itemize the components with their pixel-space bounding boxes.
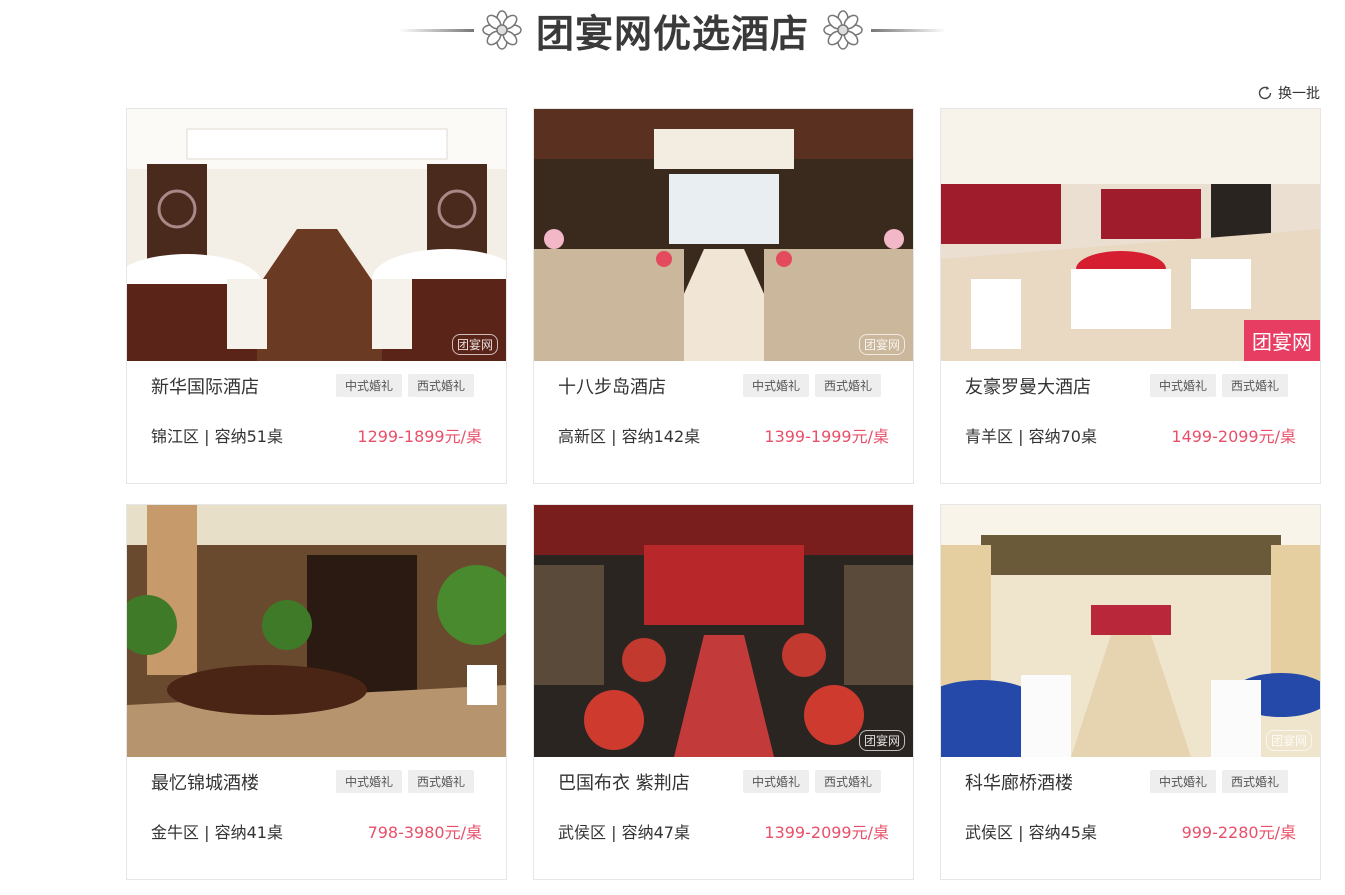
hotel-grid: 团宴网 新华国际酒店 中式婚礼 西式婚礼 锦江区 | 容纳51桌 1299-18… (126, 108, 1321, 880)
tag-list: 中式婚礼 西式婚礼 (742, 770, 881, 793)
hotel-photo[interactable]: 团宴网 (127, 109, 506, 361)
hotel-location-capacity: 金牛区 | 容纳41桌 (151, 823, 283, 842)
hotel-card[interactable]: 团宴网 科华廊桥酒楼 中式婚礼 西式婚礼 武侯区 | 容纳45桌 999-228… (940, 504, 1321, 880)
hotel-card[interactable]: 团宴网 友豪罗曼大酒店 中式婚礼 西式婚礼 青羊区 | 容纳70桌 1499-2… (940, 108, 1321, 484)
hotel-price: 798-3980元/桌 (367, 823, 482, 842)
hotel-name[interactable]: 最忆锦城酒楼 (151, 769, 259, 795)
tag-western-wedding: 西式婚礼 (1221, 374, 1288, 397)
hotel-photo[interactable]: 团宴网 (941, 505, 1320, 757)
hotel-district: 青羊区 (965, 427, 1014, 446)
hotel-price: 999-2280元/桌 (1181, 823, 1296, 842)
tag-list: 中式婚礼 西式婚礼 (335, 770, 474, 793)
flower-ornament-icon (823, 10, 863, 50)
hotel-capacity: 容纳45桌 (1028, 823, 1097, 842)
hotel-location-capacity: 青羊区 | 容纳70桌 (965, 427, 1097, 446)
hotel-location-capacity: 高新区 | 容纳142桌 (558, 427, 701, 446)
hotel-location-capacity: 武侯区 | 容纳47桌 (558, 823, 690, 842)
tag-western-wedding: 西式婚礼 (1221, 770, 1288, 793)
hotel-district: 金牛区 (151, 823, 200, 842)
tag-list: 中式婚礼 西式婚礼 (742, 374, 881, 397)
hotel-location-capacity: 锦江区 | 容纳51桌 (151, 427, 283, 446)
tag-chinese-wedding: 中式婚礼 (335, 770, 402, 793)
hotel-district: 锦江区 (151, 427, 200, 446)
tag-western-wedding: 西式婚礼 (407, 374, 474, 397)
tag-chinese-wedding: 中式婚礼 (742, 770, 809, 793)
tag-list: 中式婚礼 西式婚礼 (1149, 374, 1288, 397)
hotel-price: 1499-2099元/桌 (1171, 427, 1296, 446)
flower-ornament-icon (482, 10, 522, 50)
tag-list: 中式婚礼 西式婚礼 (335, 374, 474, 397)
hotel-capacity: 容纳70桌 (1028, 427, 1097, 446)
watermark-logo: 团宴网 (858, 730, 905, 751)
hotel-card[interactable]: 团宴网 巴国布衣 紫荆店 中式婚礼 西式婚礼 武侯区 | 容纳47桌 1399-… (533, 504, 914, 880)
hotel-capacity: 容纳41桌 (214, 823, 283, 842)
hotel-district: 武侯区 (558, 823, 607, 842)
hotel-photo[interactable]: 团宴网 (534, 505, 913, 757)
refresh-icon (1258, 86, 1272, 100)
watermark-logo: 团宴网 (858, 334, 905, 355)
hotel-name[interactable]: 科华廊桥酒楼 (965, 769, 1073, 795)
page-title: 团宴网优选酒店 (535, 11, 809, 56)
hotel-price: 1399-1999元/桌 (764, 427, 889, 446)
refresh-batch-button[interactable]: 换一批 (1257, 83, 1320, 103)
hotel-price: 1299-1899元/桌 (357, 427, 482, 446)
hotel-photo[interactable]: 团宴网 (534, 109, 913, 361)
refresh-batch-label: 换一批 (1278, 86, 1320, 102)
section-header: 团宴网优选酒店 (0, 0, 1345, 60)
watermark-logo: 团宴网 (1265, 730, 1312, 751)
hotel-photo[interactable]: 团宴网 (941, 109, 1320, 361)
hotel-price: 1399-2099元/桌 (764, 823, 889, 842)
tag-chinese-wedding: 中式婚礼 (335, 374, 402, 397)
tag-list: 中式婚礼 西式婚礼 (1149, 770, 1288, 793)
hotel-capacity: 容纳47桌 (621, 823, 690, 842)
hotel-card[interactable]: 团宴网 新华国际酒店 中式婚礼 西式婚礼 锦江区 | 容纳51桌 1299-18… (126, 108, 507, 484)
title-divider-right (871, 28, 946, 32)
hotel-capacity: 容纳51桌 (214, 427, 283, 446)
tag-chinese-wedding: 中式婚礼 (1149, 770, 1216, 793)
title-divider-left (398, 28, 474, 32)
hotel-name[interactable]: 巴国布衣 紫荆店 (558, 769, 690, 795)
hotel-district: 高新区 (558, 427, 607, 446)
hotel-card[interactable]: 最忆锦城酒楼 中式婚礼 西式婚礼 金牛区 | 容纳41桌 798-3980元/桌 (126, 504, 507, 880)
hotel-name[interactable]: 友豪罗曼大酒店 (965, 373, 1091, 399)
watermark-logo: 团宴网 (1244, 320, 1320, 361)
tag-western-wedding: 西式婚礼 (407, 770, 474, 793)
hotel-district: 武侯区 (965, 823, 1014, 842)
tag-western-wedding: 西式婚礼 (814, 770, 881, 793)
hotel-name[interactable]: 新华国际酒店 (151, 373, 259, 399)
hotel-location-capacity: 武侯区 | 容纳45桌 (965, 823, 1097, 842)
hotel-card[interactable]: 团宴网 十八步岛酒店 中式婚礼 西式婚礼 高新区 | 容纳142桌 1399-1… (533, 108, 914, 484)
hotel-photo[interactable] (127, 505, 506, 757)
tag-chinese-wedding: 中式婚礼 (742, 374, 809, 397)
hotel-capacity: 容纳142桌 (621, 427, 701, 446)
hotel-name[interactable]: 十八步岛酒店 (558, 373, 666, 399)
tag-chinese-wedding: 中式婚礼 (1149, 374, 1216, 397)
watermark-logo: 团宴网 (451, 334, 498, 355)
tag-western-wedding: 西式婚礼 (814, 374, 881, 397)
